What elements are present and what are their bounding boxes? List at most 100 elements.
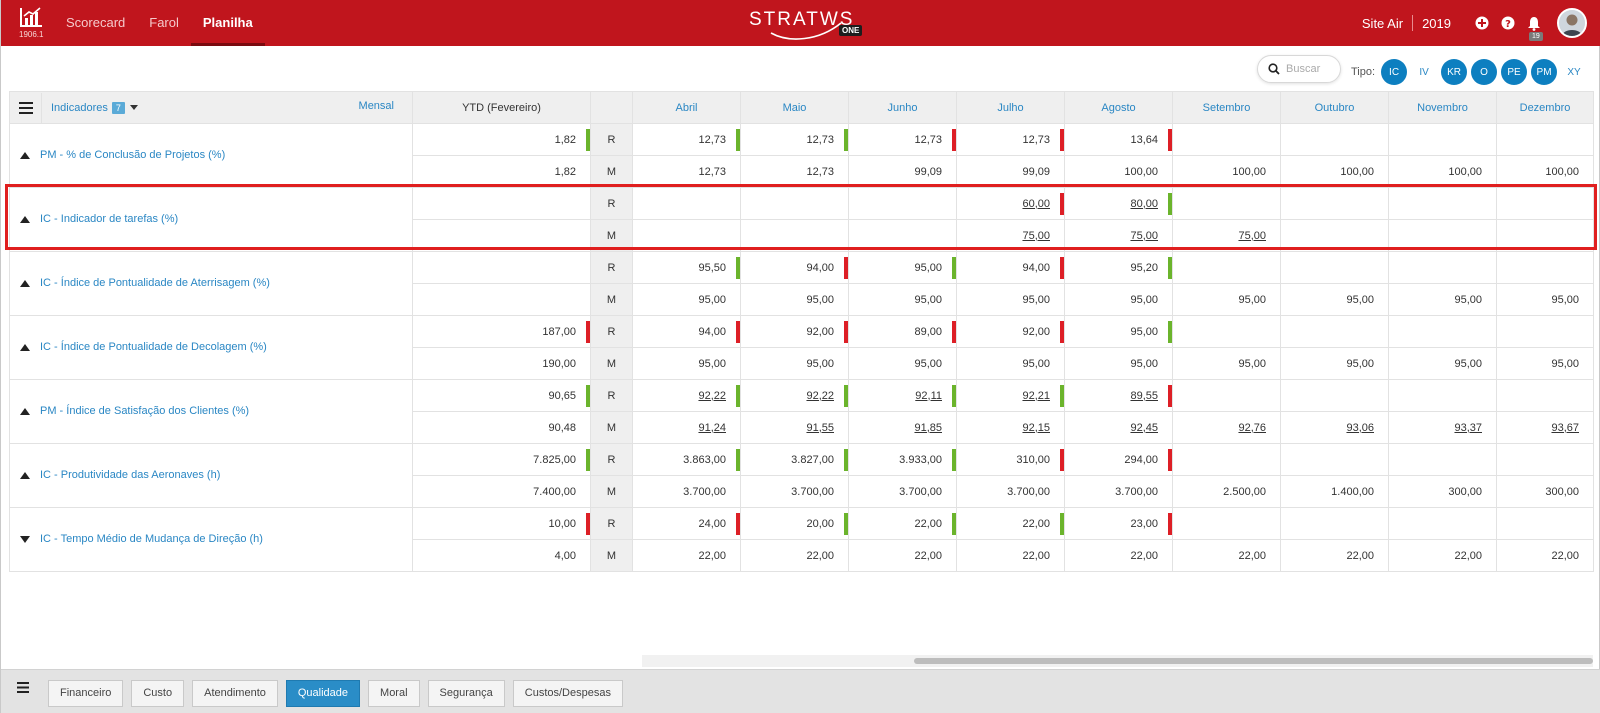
month-value-cell bbox=[848, 187, 957, 220]
nav-farol[interactable]: Farol bbox=[137, 0, 191, 46]
month-value-cell: 95,20 bbox=[1064, 251, 1173, 284]
avatar[interactable] bbox=[1557, 8, 1587, 38]
month-value[interactable]: 92,22 bbox=[806, 390, 834, 402]
month-value-cell: 300,00 bbox=[1496, 475, 1594, 508]
month-value[interactable]: 60,00 bbox=[1022, 198, 1050, 210]
tab-seguranca[interactable]: Segurança bbox=[427, 680, 505, 707]
month-value[interactable]: 89,55 bbox=[1130, 390, 1158, 402]
year-selector[interactable]: 2019 bbox=[1413, 16, 1469, 31]
month-value[interactable]: 75,00 bbox=[1238, 230, 1266, 242]
month-value[interactable]: 92,22 bbox=[698, 390, 726, 402]
indicator-name[interactable]: IC - Índice de Pontualidade de Decolagem… bbox=[40, 342, 267, 354]
bell-icon[interactable]: 19 bbox=[1521, 0, 1547, 46]
nav-scorecard[interactable]: Scorecard bbox=[66, 0, 137, 46]
month-header: Maio bbox=[740, 91, 849, 124]
month-value-cell[interactable]: 91,55 bbox=[740, 411, 849, 444]
month-value-cell[interactable]: 93,67 bbox=[1496, 411, 1594, 444]
indicator-name[interactable]: IC - Produtividade das Aeronaves (h) bbox=[40, 470, 220, 482]
add-icon[interactable] bbox=[1469, 0, 1495, 46]
type-chip-iv[interactable]: IV bbox=[1411, 59, 1437, 85]
type-chip-pm[interactable]: PM bbox=[1531, 59, 1558, 85]
month-value[interactable]: 93,67 bbox=[1551, 422, 1579, 434]
month-value[interactable]: 92,11 bbox=[915, 390, 942, 402]
month-value[interactable]: 92,15 bbox=[1022, 422, 1050, 434]
type-chip-pe[interactable]: PE bbox=[1501, 59, 1528, 85]
tab-custos-despesas[interactable]: Custos/Despesas bbox=[512, 680, 623, 707]
month-value[interactable]: 93,06 bbox=[1346, 422, 1374, 434]
month-value[interactable]: 80,00 bbox=[1130, 198, 1158, 210]
nav-planilha[interactable]: Planilha bbox=[190, 0, 265, 46]
month-value-cell[interactable]: 75,00 bbox=[956, 219, 1065, 252]
month-value-cell[interactable]: 75,00 bbox=[1172, 219, 1281, 252]
month-value-cell[interactable]: 60,00 bbox=[956, 187, 1065, 220]
month-value-cell[interactable]: 92,22 bbox=[740, 379, 849, 412]
period-selector[interactable]: Mensal bbox=[359, 100, 394, 112]
search-input[interactable] bbox=[1286, 63, 1336, 75]
indicator-name[interactable]: PM - Índice de Satisfação dos Clientes (… bbox=[40, 406, 249, 418]
month-value-cell[interactable]: 92,15 bbox=[956, 411, 1065, 444]
ytd-value: 4,00 bbox=[412, 539, 591, 572]
hamburger-menu-icon[interactable] bbox=[17, 682, 29, 696]
search-box[interactable] bbox=[1257, 55, 1341, 83]
month-value-cell[interactable]: 91,85 bbox=[848, 411, 957, 444]
month-value-cell bbox=[1388, 187, 1497, 220]
month-value[interactable]: 92,76 bbox=[1238, 422, 1266, 434]
month-value-cell[interactable]: 92,21 bbox=[956, 379, 1065, 412]
type-chip-ic[interactable]: IC bbox=[1381, 59, 1408, 85]
month-value: 22,00 bbox=[806, 549, 834, 562]
tab-moral[interactable]: Moral bbox=[368, 680, 420, 707]
month-value-cell bbox=[1388, 443, 1497, 476]
month-value-cell: 3.827,00 bbox=[740, 443, 849, 476]
month-value-cell[interactable]: 92,76 bbox=[1172, 411, 1281, 444]
indicator-name[interactable]: IC - Índice de Pontualidade de Aterrisag… bbox=[40, 278, 270, 290]
svg-text:?: ? bbox=[1505, 19, 1511, 30]
indicator-name[interactable]: IC - Indicador de tarefas (%) bbox=[40, 214, 178, 226]
row-type-meta: M bbox=[590, 539, 633, 572]
month-value[interactable]: 93,37 bbox=[1454, 422, 1482, 434]
indicator-name[interactable]: PM - % de Conclusão de Projetos (%) bbox=[40, 150, 225, 162]
scrollbar-thumb[interactable] bbox=[914, 658, 1593, 664]
month-value[interactable]: 91,85 bbox=[914, 422, 942, 434]
month-value: 95,00 bbox=[1130, 293, 1158, 306]
month-value-cell[interactable]: 91,24 bbox=[632, 411, 741, 444]
app-logo-icon[interactable]: 1906.1 bbox=[19, 6, 47, 40]
month-value[interactable]: 91,55 bbox=[806, 422, 834, 434]
month-value[interactable]: 75,00 bbox=[1022, 230, 1050, 242]
month-value[interactable]: 91,24 bbox=[698, 422, 726, 434]
type-chip-kr[interactable]: KR bbox=[1441, 59, 1468, 85]
status-flag-green bbox=[1060, 513, 1064, 535]
top-right-area: Site Air 2019 ? 19 bbox=[1362, 0, 1587, 46]
month-header: Outubro bbox=[1280, 91, 1389, 124]
status-flag-green bbox=[586, 385, 590, 407]
month-value-cell[interactable]: 93,06 bbox=[1280, 411, 1389, 444]
month-value[interactable]: 92,21 bbox=[1022, 390, 1050, 402]
chevron-down-icon[interactable] bbox=[129, 105, 138, 110]
type-chip-xy[interactable]: XY bbox=[1561, 59, 1587, 85]
type-chip-o[interactable]: O bbox=[1471, 59, 1498, 85]
hamburger-menu-icon[interactable] bbox=[10, 92, 42, 123]
month-value[interactable]: 75,00 bbox=[1130, 230, 1158, 242]
month-value-cell[interactable]: 89,55 bbox=[1064, 379, 1173, 412]
arrow-up-icon bbox=[20, 152, 30, 160]
indicators-label[interactable]: Indicadores bbox=[51, 102, 108, 114]
month-value-cell[interactable]: 92,45 bbox=[1064, 411, 1173, 444]
row-type-meta: M bbox=[590, 411, 633, 444]
tab-financeiro[interactable]: Financeiro bbox=[48, 680, 124, 707]
org-selector[interactable]: Site Air bbox=[1362, 16, 1412, 31]
help-icon[interactable]: ? bbox=[1495, 0, 1521, 46]
month-value-cell[interactable]: 80,00 bbox=[1064, 187, 1173, 220]
month-value-cell[interactable]: 92,22 bbox=[632, 379, 741, 412]
month-value-cell: 20,00 bbox=[740, 507, 849, 540]
month-value-cell[interactable]: 93,37 bbox=[1388, 411, 1497, 444]
tab-qualidade[interactable]: Qualidade bbox=[285, 680, 361, 707]
tab-custo[interactable]: Custo bbox=[131, 680, 185, 707]
indicator-name[interactable]: IC - Tempo Médio de Mudança de Direção (… bbox=[40, 534, 263, 546]
month-value-cell bbox=[1496, 507, 1594, 540]
scorecard-tabs: Financeiro Custo Atendimento Qualidade M… bbox=[48, 680, 631, 707]
month-value-cell[interactable]: 75,00 bbox=[1064, 219, 1173, 252]
month-value-cell: 95,00 bbox=[848, 251, 957, 284]
month-value-cell[interactable]: 92,11 bbox=[848, 379, 957, 412]
horizontal-scrollbar[interactable] bbox=[642, 655, 1593, 667]
tab-atendimento[interactable]: Atendimento bbox=[192, 680, 278, 707]
month-value[interactable]: 92,45 bbox=[1130, 422, 1158, 434]
